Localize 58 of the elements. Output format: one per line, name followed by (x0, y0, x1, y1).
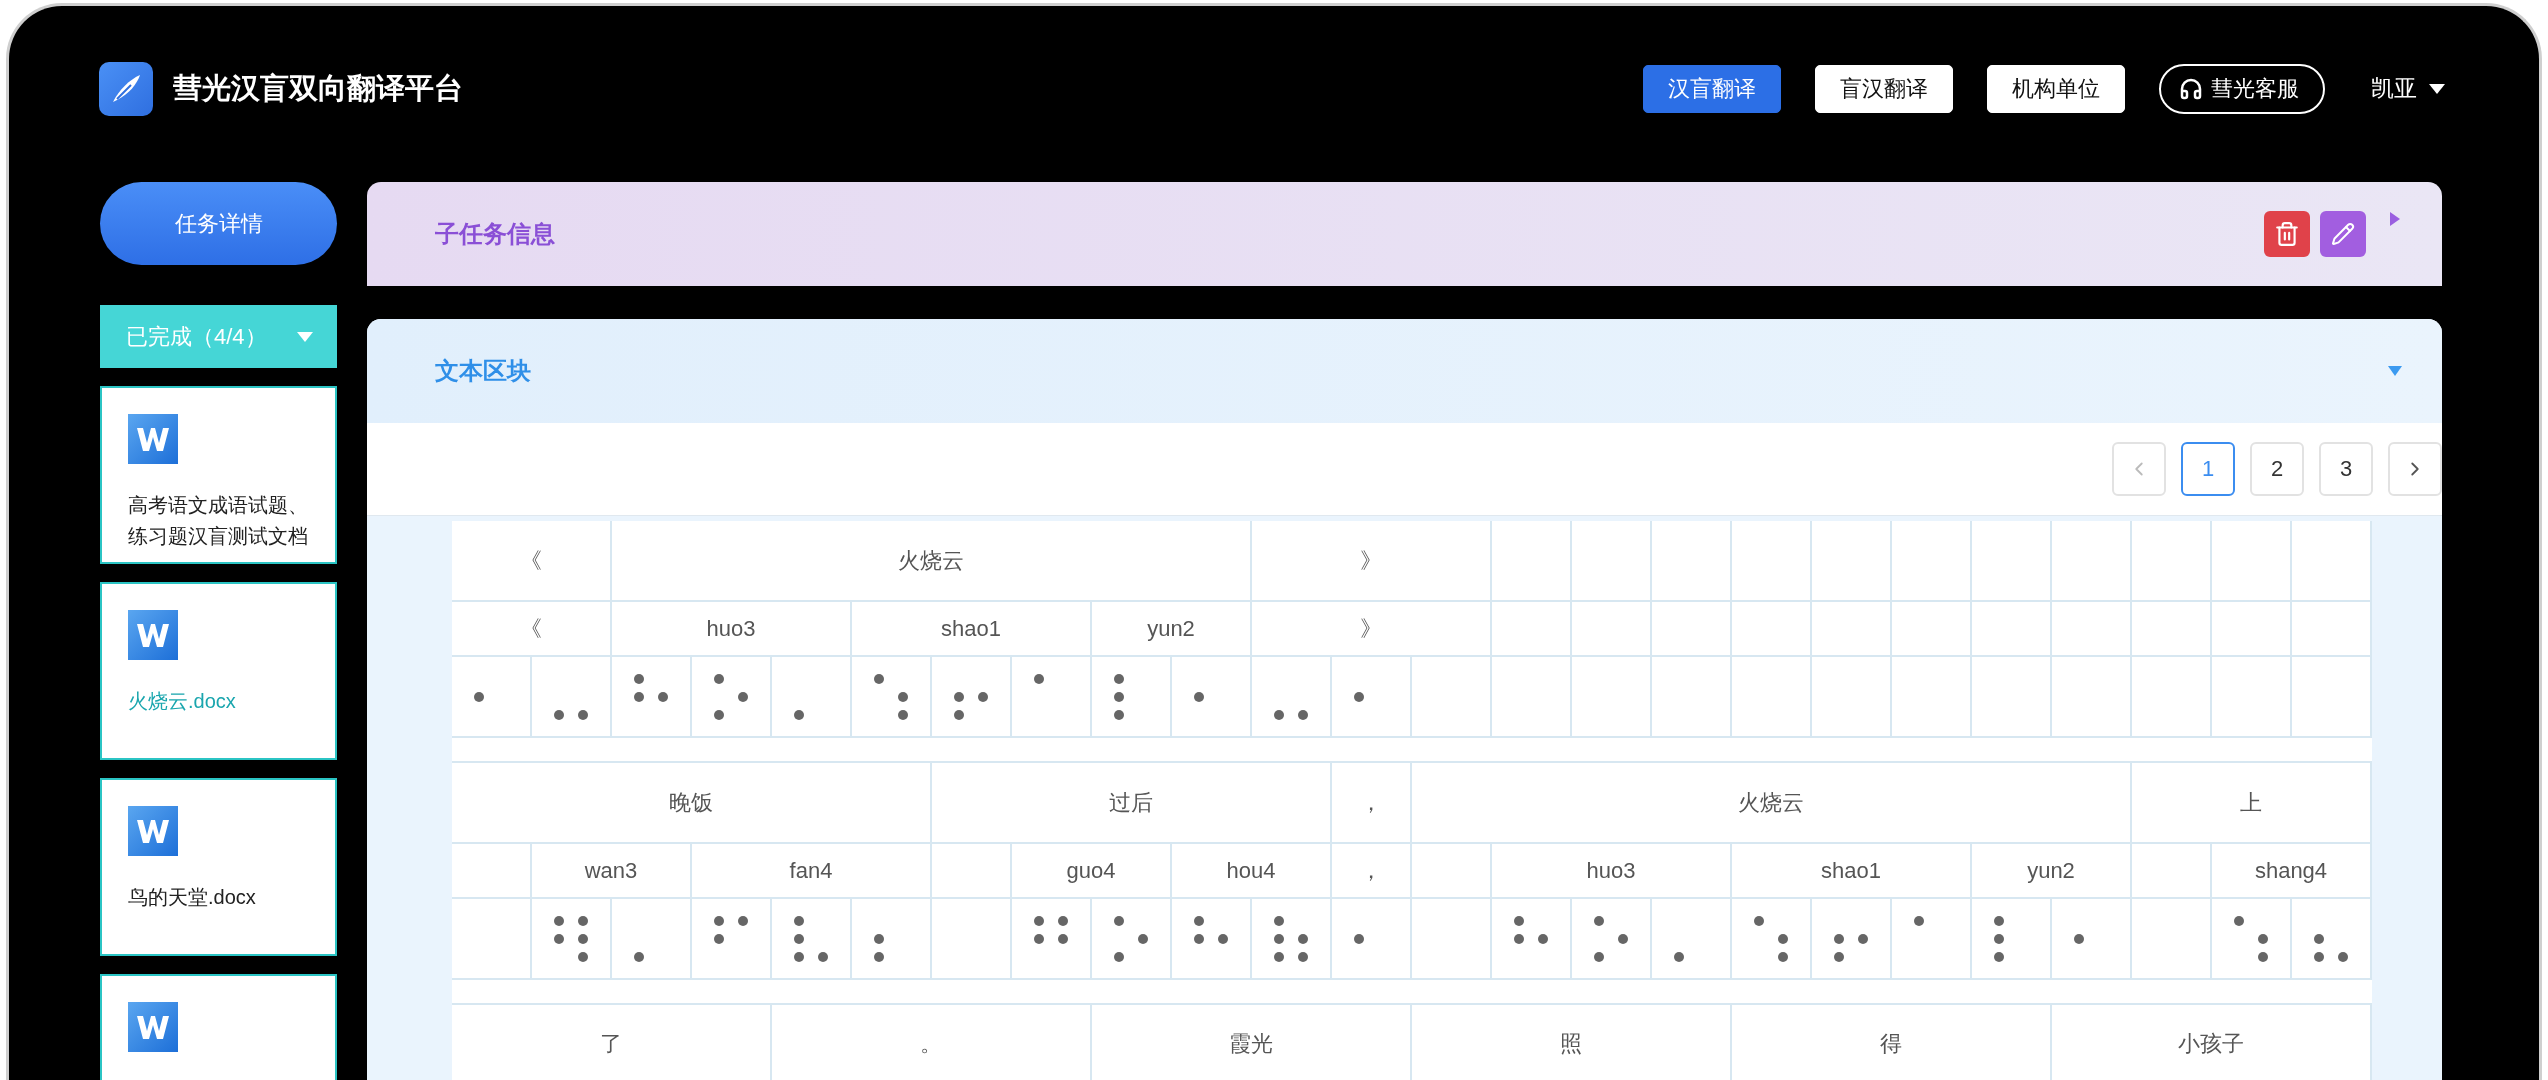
hanzi-cell: 小孩子 (2052, 1005, 2372, 1080)
pinyin-cell: guo4 (1012, 844, 1172, 899)
page-button[interactable]: 2 (2250, 442, 2304, 496)
word-document-icon (128, 414, 178, 464)
hanzi-cell: 。 (772, 1005, 1092, 1080)
pinyin-cell: shao1 (1732, 844, 1972, 899)
app-title: 彗光汉盲双向翻译平台 (173, 70, 463, 106)
edit-button[interactable] (2320, 211, 2366, 257)
logo-icon (99, 61, 153, 116)
user-menu[interactable]: 凯亚 (2365, 72, 2451, 105)
trash-icon (2274, 221, 2300, 247)
hanzi-cell: 得 (1732, 1005, 2052, 1080)
file-card[interactable]: 鸟的天堂.docx (100, 778, 337, 956)
pinyin-cell: wan3 (532, 844, 692, 899)
word-document-icon (128, 1002, 178, 1052)
caret-icon (2429, 83, 2445, 94)
pinyin-cell: huo3 (612, 602, 852, 657)
pinyin-cell: fan4 (692, 844, 932, 899)
pencil-icon (2331, 222, 2355, 246)
file-name: 火烧云.docx (128, 689, 237, 714)
hanzi-cell: 火烧云 (612, 521, 1252, 602)
pinyin-cell: shang4 (2212, 844, 2372, 899)
file-name: 高考语文成语试题、练习题汉盲测试文档 (128, 493, 309, 549)
nav-button[interactable]: 盲汉翻译 (1815, 64, 1953, 113)
page-button[interactable]: 3 (2319, 442, 2373, 496)
expand-toggle-icon[interactable] (2388, 364, 2402, 378)
pinyin-cell: ， (1332, 844, 1412, 899)
pinyin-cell: 》 (1252, 602, 1492, 657)
task-details-button[interactable]: 任务详情 (100, 182, 337, 265)
nav-button[interactable]: 机构单位 (1987, 64, 2125, 113)
file-name: 鸟的天堂.docx (128, 885, 257, 910)
word-document-icon (128, 610, 178, 660)
nav-button[interactable]: 汉盲翻译 (1643, 64, 1781, 113)
pinyin-cell: yun2 (1972, 844, 2132, 899)
pinyin-cell: hou4 (1172, 844, 1332, 899)
pinyin-cell: yun2 (1092, 602, 1252, 657)
customer-service-button[interactable]: 彗光客服 (2159, 63, 2325, 114)
hanzi-cell: 霞光 (1092, 1005, 1412, 1080)
pinyin-cell: shao1 (852, 602, 1092, 657)
word-document-icon (128, 806, 178, 856)
pinyin-cell: huo3 (1492, 844, 1732, 899)
hanzi-cell: 上 (2132, 763, 2372, 844)
delete-button[interactable] (2264, 211, 2310, 257)
pinyin-cell: 《 (452, 602, 612, 657)
headphones-icon (2179, 76, 2203, 101)
hanzi-cell: 晚饭 (452, 763, 932, 844)
hanzi-cell: 火烧云 (1412, 763, 2132, 844)
hanzi-cell: 了 (452, 1005, 772, 1080)
panel-title: 文本区块 (435, 356, 532, 386)
hanzi-cell: 》 (1252, 521, 1492, 602)
caret-icon (297, 331, 313, 342)
panel-title: 子任务信息 (435, 219, 556, 249)
file-card[interactable]: 高考语文成语试题、练习题汉盲测试文档 (100, 386, 337, 564)
hanzi-cell: 过后 (932, 763, 1332, 844)
hanzi-cell: 照 (1412, 1005, 1732, 1080)
expand-toggle-icon[interactable] (2388, 212, 2402, 226)
hanzi-cell: 《 (452, 521, 612, 602)
hanzi-cell: ， (1332, 763, 1412, 844)
